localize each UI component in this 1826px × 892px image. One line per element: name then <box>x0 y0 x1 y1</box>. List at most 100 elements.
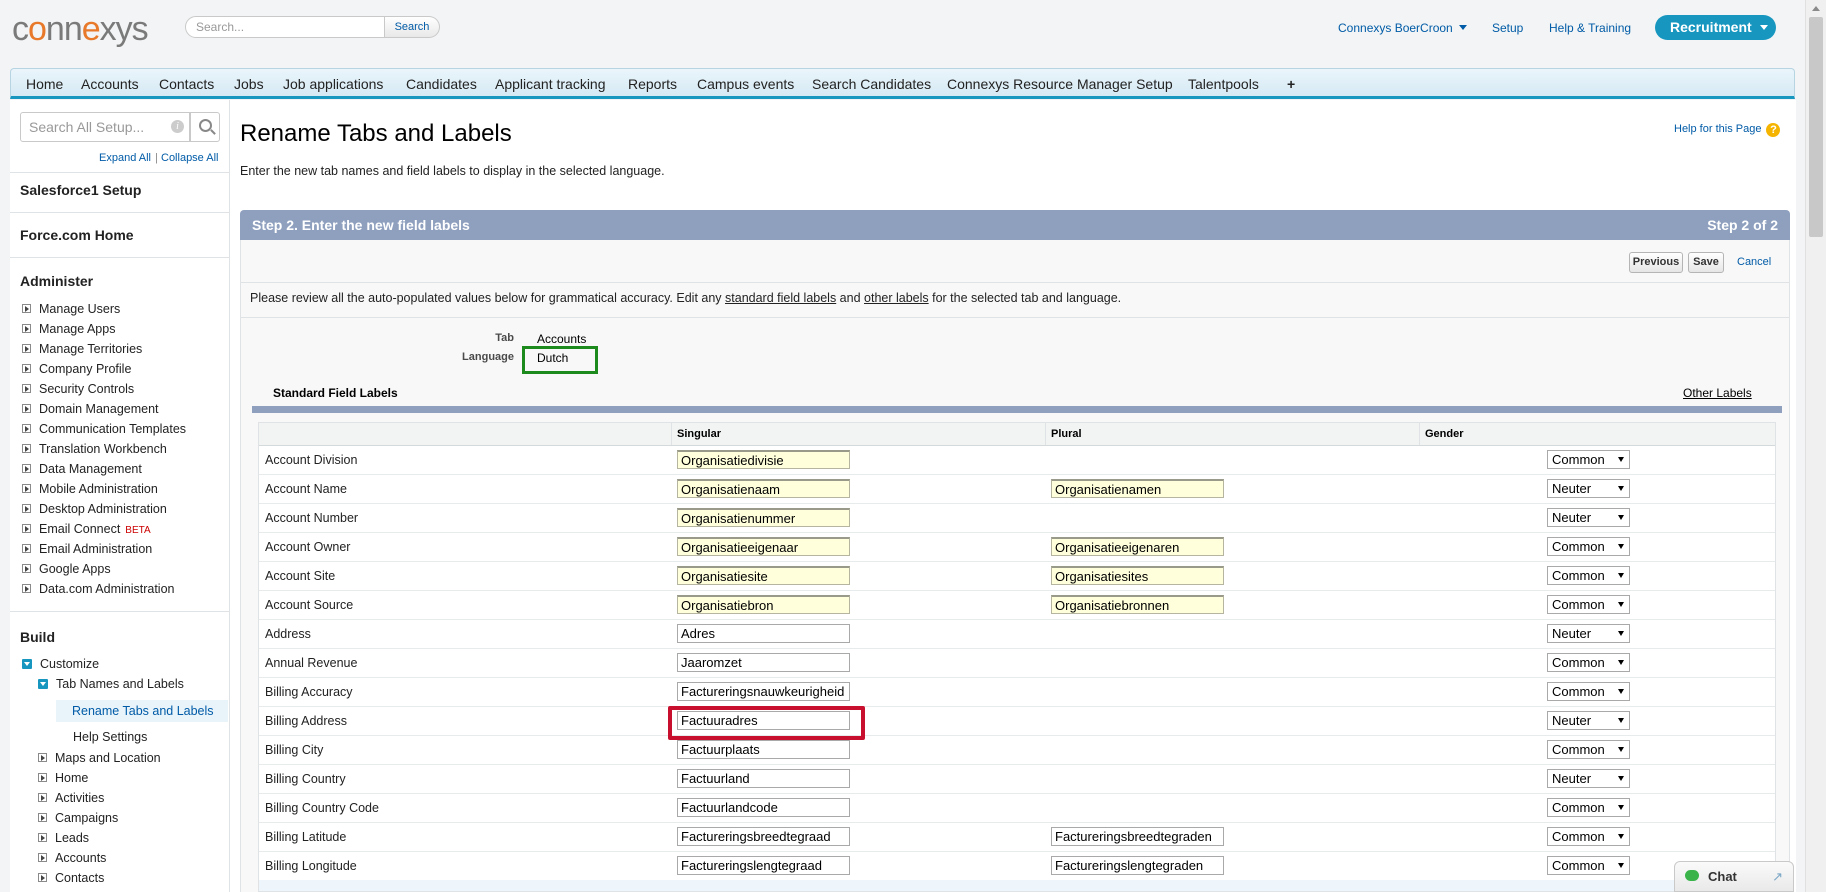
plural-input[interactable]: Organisatiesites <box>1051 566 1224 585</box>
other-labels-anchor-link[interactable]: Other Labels <box>1683 386 1752 400</box>
expand-icon[interactable] <box>38 793 47 802</box>
gender-select[interactable]: Neuter <box>1547 769 1630 788</box>
global-search-button[interactable]: Search <box>385 16 440 38</box>
sidebar-item-email-administration[interactable]: Email Administration <box>22 542 152 556</box>
tab-candidates[interactable]: Candidates <box>406 76 477 92</box>
tab-campus-events[interactable]: Campus events <box>697 76 794 92</box>
gender-select[interactable]: Neuter <box>1547 624 1630 643</box>
sidebar-item-domain-management[interactable]: Domain Management <box>22 402 159 416</box>
expand-icon[interactable] <box>22 304 31 313</box>
singular-input[interactable]: Organisatienummer <box>677 508 850 527</box>
singular-input[interactable]: Organisatienaam <box>677 479 850 498</box>
singular-input[interactable]: Organisatiedivisie <box>677 450 850 469</box>
app-menu-button[interactable]: Recruitment <box>1655 15 1776 40</box>
sidebar-item-google-apps[interactable]: Google Apps <box>22 562 111 576</box>
collapse-icon[interactable] <box>38 679 48 689</box>
force-com-home-link[interactable]: Force.com Home <box>20 227 134 243</box>
gender-select[interactable]: Common <box>1547 653 1630 672</box>
sidebar-item-datacom-administration[interactable]: Data.com Administration <box>22 582 174 596</box>
expand-icon[interactable] <box>22 564 31 573</box>
singular-input[interactable]: Organisatiebron <box>677 595 850 614</box>
tab-talentpools[interactable]: Talentpools <box>1188 76 1259 92</box>
expand-icon[interactable] <box>38 833 47 842</box>
expand-icon[interactable] <box>22 444 31 453</box>
expand-icon[interactable] <box>22 344 31 353</box>
plural-input[interactable]: Factureringsbreedtegraden <box>1051 827 1224 846</box>
plural-input[interactable]: Organisatieeigenaren <box>1051 537 1224 556</box>
expand-icon[interactable] <box>38 773 47 782</box>
plural-input[interactable]: Organisatienamen <box>1051 479 1224 498</box>
cancel-link[interactable]: Cancel <box>1737 256 1771 268</box>
info-icon[interactable]: i <box>171 120 184 133</box>
sidebar-item-leads[interactable]: Leads <box>38 831 89 845</box>
gender-select[interactable]: Common <box>1547 682 1630 701</box>
scroll-up-icon[interactable] <box>1812 6 1820 11</box>
sidebar-item-mobile-administration[interactable]: Mobile Administration <box>22 482 158 496</box>
sidebar-item-home[interactable]: Home <box>38 771 88 785</box>
sidebar-item-translation-workbench[interactable]: Translation Workbench <box>22 442 167 456</box>
singular-input[interactable]: Factureringsbreedtegraad <box>677 827 850 846</box>
setup-link[interactable]: Setup <box>1492 21 1523 35</box>
save-button[interactable]: Save <box>1688 252 1724 273</box>
previous-button[interactable]: Previous <box>1629 252 1683 273</box>
gender-select[interactable]: Common <box>1547 827 1630 846</box>
sidebar-item-accounts[interactable]: Accounts <box>38 851 106 865</box>
expand-icon[interactable] <box>22 384 31 393</box>
page-scrollbar[interactable] <box>1805 0 1826 892</box>
tab-home[interactable]: Home <box>26 76 63 92</box>
sidebar-item-manage-users[interactable]: Manage Users <box>22 302 120 316</box>
expand-icon[interactable] <box>22 504 31 513</box>
expand-icon[interactable] <box>38 873 47 882</box>
salesforce1-setup-link[interactable]: Salesforce1 Setup <box>20 182 141 198</box>
expand-icon[interactable] <box>22 484 31 493</box>
singular-input[interactable]: Factureringslengtegraad <box>677 856 850 875</box>
singular-input[interactable]: Adres <box>677 624 850 643</box>
expand-icon[interactable] <box>22 464 31 473</box>
gender-select[interactable]: Common <box>1547 450 1630 469</box>
tab-resource-manager-setup[interactable]: Connexys Resource Manager Setup <box>947 76 1173 92</box>
org-user-menu[interactable]: Connexys BoerCroon <box>1338 21 1467 35</box>
singular-input[interactable]: Factuurland <box>677 769 850 788</box>
sidebar-item-company-profile[interactable]: Company Profile <box>22 362 131 376</box>
global-search-input[interactable]: Search... <box>185 16 385 38</box>
help-training-link[interactable]: Help & Training <box>1549 21 1631 35</box>
sidebar-item-activities[interactable]: Activities <box>38 791 104 805</box>
expand-icon[interactable] <box>22 324 31 333</box>
chat-widget[interactable]: Chat ↗ <box>1674 861 1794 892</box>
scroll-thumb[interactable] <box>1809 17 1823 237</box>
singular-input[interactable]: Factureringsnauwkeurigheid <box>677 682 850 701</box>
collapse-icon[interactable] <box>22 659 32 669</box>
sidebar-item-security-controls[interactable]: Security Controls <box>22 382 134 396</box>
sidebar-item-desktop-administration[interactable]: Desktop Administration <box>22 502 167 516</box>
sidebar-item-communication-templates[interactable]: Communication Templates <box>22 422 186 436</box>
gender-select[interactable]: Common <box>1547 595 1630 614</box>
expand-icon[interactable] <box>22 424 31 433</box>
sidebar-item-email-connect[interactable]: Email Connect BETA <box>22 522 151 536</box>
gender-select[interactable]: Common <box>1547 856 1630 875</box>
singular-input[interactable]: Factuurplaats <box>677 740 850 759</box>
sidebar-item-maps-location[interactable]: Maps and Location <box>38 751 161 765</box>
standard-field-labels-link[interactable]: standard field labels <box>725 291 836 305</box>
tab-jobs[interactable]: Jobs <box>234 76 264 92</box>
sidebar-item-tab-names-labels[interactable]: Tab Names and Labels <box>38 677 184 691</box>
gender-select[interactable]: Neuter <box>1547 711 1630 730</box>
sidebar-item-campaigns[interactable]: Campaigns <box>38 811 118 825</box>
connexys-logo[interactable]: connexys <box>12 10 149 49</box>
gender-select[interactable]: Common <box>1547 537 1630 556</box>
tab-applicant-tracking[interactable]: Applicant tracking <box>495 76 606 92</box>
help-for-page-link[interactable]: Help for this Page? <box>1674 123 1781 137</box>
plural-input[interactable]: Factureringslengtegraden <box>1051 856 1224 875</box>
gender-select[interactable]: Neuter <box>1547 508 1630 527</box>
gender-select[interactable]: Neuter <box>1547 479 1630 498</box>
expand-icon[interactable] <box>22 364 31 373</box>
tab-reports[interactable]: Reports <box>628 76 677 92</box>
tab-job-applications[interactable]: Job applications <box>283 76 383 92</box>
singular-input[interactable]: Factuurlandcode <box>677 798 850 817</box>
sidebar-item-contacts[interactable]: Contacts <box>38 871 104 885</box>
tab-search-candidates[interactable]: Search Candidates <box>812 76 931 92</box>
gender-select[interactable]: Common <box>1547 798 1630 817</box>
expand-icon[interactable] <box>38 853 47 862</box>
expand-icon[interactable] <box>38 753 47 762</box>
other-labels-link[interactable]: other labels <box>864 291 929 305</box>
singular-input[interactable]: Organisatieeigenaar <box>677 537 850 556</box>
